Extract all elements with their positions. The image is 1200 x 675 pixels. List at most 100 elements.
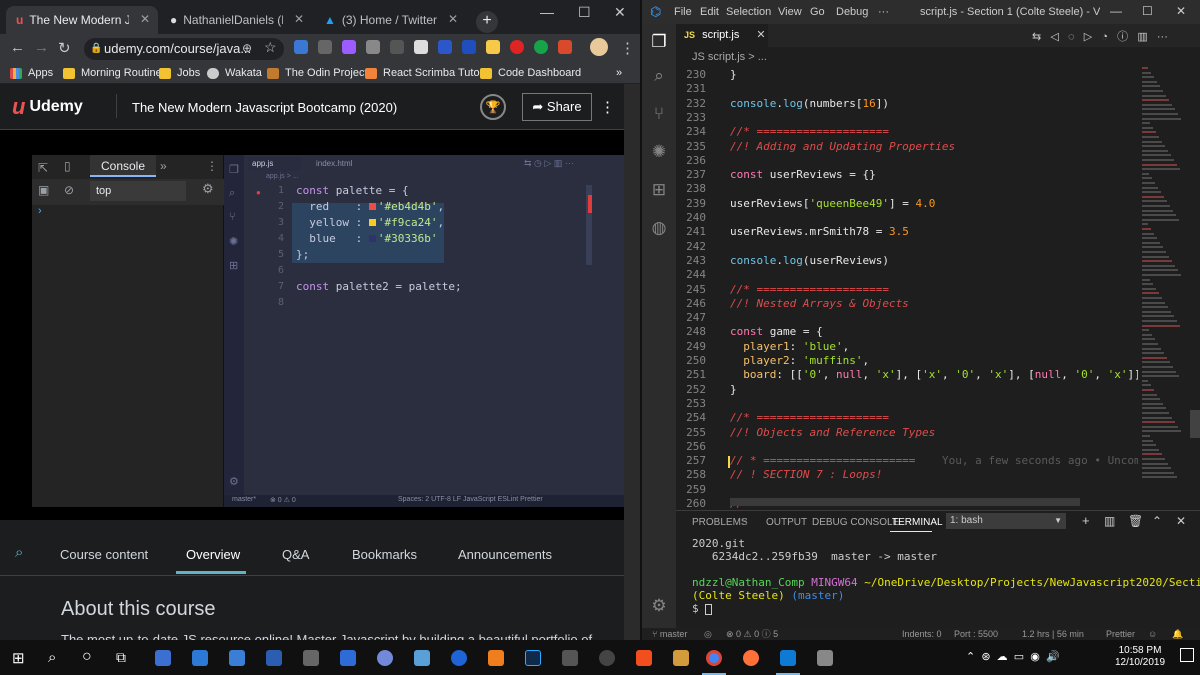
extension-icon[interactable] (318, 40, 332, 54)
extension-icon[interactable] (342, 40, 356, 54)
extension-icon[interactable] (294, 40, 308, 54)
nav-overview[interactable]: Overview (186, 547, 240, 562)
extension-icon[interactable] (366, 40, 380, 54)
panel-tab-problems[interactable]: PROBLEMS (692, 517, 748, 528)
maximize-panel-icon[interactable]: ⌃ (1152, 514, 1162, 528)
trash-icon[interactable]: 🗑 (1128, 514, 1143, 528)
mail-icon[interactable] (229, 650, 245, 666)
split-terminal-icon[interactable]: ▥ (1104, 514, 1115, 528)
explorer-icon[interactable]: ❐ (649, 32, 669, 52)
bookmark-odin-project[interactable]: The Odin Project (267, 67, 368, 79)
extension-icon[interactable] (414, 40, 428, 54)
maps-icon[interactable] (451, 650, 467, 666)
extensions-icon[interactable]: ⊞ (649, 180, 669, 200)
close-tab-icon[interactable]: ✕ (448, 12, 458, 26)
app-icon[interactable] (599, 650, 615, 666)
extension-icon[interactable] (558, 40, 572, 54)
search-icon[interactable]: ⌕ (649, 66, 669, 86)
back-icon[interactable]: ← (10, 39, 25, 56)
settings-gear-icon[interactable]: ⚙ (649, 596, 669, 616)
cast-icon[interactable]: ⊕ (242, 41, 252, 55)
reload-icon[interactable]: ↻ (58, 39, 71, 57)
notebook-icon[interactable] (414, 650, 430, 666)
nav-bookmarks[interactable]: Bookmarks (352, 547, 417, 562)
profile-avatar[interactable] (590, 38, 608, 56)
close-tab-icon[interactable]: ✕ (756, 29, 765, 41)
paint-icon[interactable] (562, 650, 578, 666)
bookmark-jobs[interactable]: Jobs (159, 67, 200, 79)
bookmark-morning-routine[interactable]: Morning Routine (63, 67, 162, 79)
editor-breadcrumb[interactable]: JS script.js > ... (676, 47, 1200, 67)
maximize-icon[interactable]: ☐ (1142, 4, 1153, 18)
bookmark-apps[interactable]: Apps (10, 67, 53, 79)
discord-icon[interactable] (377, 650, 393, 666)
close-window-icon[interactable]: ✕ (614, 4, 626, 21)
menu-go[interactable]: Go (810, 6, 825, 18)
address-bar[interactable]: 🔒 udemy.com/course/java... (84, 38, 284, 60)
sync-icon[interactable]: ◎ (704, 628, 712, 640)
new-terminal-icon[interactable]: + (1082, 513, 1090, 528)
extension-icon[interactable] (462, 40, 476, 54)
firefox-icon[interactable] (743, 650, 759, 666)
more-options-icon[interactable]: ⋮ (600, 98, 615, 116)
tab-script-js[interactable]: JS script.js ✕ (676, 24, 768, 47)
todo-icon[interactable] (340, 650, 356, 666)
chrome-tab-twitter[interactable]: ▲ (3) Home / Twitter ✕ (314, 6, 466, 34)
menu-more[interactable]: ··· (878, 6, 889, 18)
menu-edit[interactable]: Edit (700, 6, 719, 18)
figma-icon[interactable] (636, 650, 652, 666)
terminal-lambda-icon[interactable] (673, 650, 689, 666)
source-control-icon[interactable]: ⑂ (649, 104, 669, 124)
forward-icon[interactable]: → (34, 39, 49, 56)
status-branch[interactable]: ⑂ master (652, 628, 687, 640)
app-icon[interactable] (266, 650, 282, 666)
calculator-icon[interactable] (303, 650, 319, 666)
debug-icon[interactable]: ✺ (649, 142, 669, 162)
page-scrollbar[interactable] (624, 84, 640, 640)
microphone-icon[interactable] (817, 650, 833, 666)
close-tab-icon[interactable]: ✕ (140, 12, 150, 26)
cortana-icon[interactable]: ○ (82, 648, 92, 666)
system-tray-icons[interactable]: ⌃ ⊛ ☁ ▭ ◉ 🔊 (966, 650, 1060, 663)
close-panel-icon[interactable]: ✕ (1176, 514, 1186, 528)
windows-start-icon[interactable]: ⊞ (12, 649, 25, 667)
feedback-icon[interactable]: ☺ (1148, 628, 1157, 640)
nav-qa[interactable]: Q&A (282, 547, 309, 562)
control-panel-icon[interactable] (155, 650, 171, 666)
windows-search-icon[interactable]: ⌕ (48, 649, 56, 666)
nav-course-content[interactable]: Course content (60, 547, 148, 562)
udemy-logo[interactable]: u Udemy (12, 94, 83, 120)
chrome-tab-github[interactable]: ● NathanielDaniels (Nathani ✕ (160, 6, 312, 34)
extension-icon[interactable] (390, 40, 404, 54)
terminal-select[interactable]: 1: bash ▼ (946, 513, 1066, 529)
menu-selection[interactable]: Selection (726, 6, 771, 18)
notifications-bell-icon[interactable]: 🔔 (1172, 628, 1183, 640)
editor-scrollbar[interactable] (1188, 67, 1200, 507)
status-time[interactable]: 1.2 hrs | 56 min (1022, 628, 1084, 640)
status-problems[interactable]: ⊗ 0 ⚠ 0 ⓘ 5 (726, 628, 778, 640)
taskbar-clock[interactable]: 10:58 PM 12/10/2019 (1110, 645, 1170, 669)
editor-actions[interactable]: ⇆ ◁ ◌ ▷ ◔ ⓘ ▥ ··· (1032, 28, 1168, 44)
minimap[interactable] (1138, 67, 1186, 507)
chrome-tab-udemy[interactable]: u The New Modern Javascrip ✕ (6, 6, 158, 34)
course-search-icon[interactable]: ⌕ (15, 544, 23, 561)
extension-icon[interactable] (486, 40, 500, 54)
extension-icon[interactable] (510, 40, 524, 54)
vscode-taskbar-icon[interactable] (780, 650, 796, 666)
status-indents[interactable]: Indents: 0 (902, 628, 942, 640)
close-window-icon[interactable]: ✕ (1176, 4, 1186, 18)
maximize-icon[interactable]: ☐ (578, 4, 591, 21)
menu-file[interactable]: File (674, 6, 692, 18)
horizontal-scrollbar[interactable] (730, 498, 1080, 506)
menu-debug[interactable]: Debug (836, 6, 868, 18)
panel-tab-output[interactable]: OUTPUT (766, 517, 807, 528)
minimize-icon[interactable]: — (1110, 4, 1122, 18)
close-tab-icon[interactable]: ✕ (294, 12, 304, 26)
scrollbar-thumb[interactable] (1190, 410, 1200, 438)
chrome-taskbar-icon[interactable] (706, 650, 722, 666)
extension-icon[interactable] (438, 40, 452, 54)
bookmark-wakata[interactable]: Wakata (207, 67, 262, 79)
store-icon[interactable] (192, 650, 208, 666)
bookmark-star-icon[interactable]: ☆ (264, 39, 277, 56)
minimize-icon[interactable]: — (540, 4, 554, 20)
